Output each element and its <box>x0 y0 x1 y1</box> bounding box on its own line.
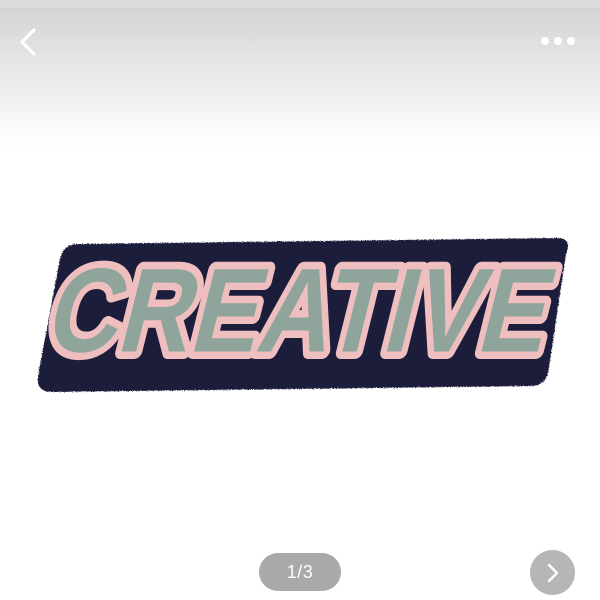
page-indicator: 1/3 <box>259 553 341 591</box>
next-image-button[interactable] <box>530 550 575 595</box>
header-gradient <box>0 8 600 148</box>
chevron-right-icon <box>547 563 558 582</box>
more-horizontal-icon <box>541 37 575 45</box>
rug-letters: CREATIVE CREATIVE <box>29 237 576 386</box>
chevron-left-icon <box>20 28 36 56</box>
product-photo[interactable]: CREATIVE CREATIVE <box>0 148 600 600</box>
creative-rug-image: CREATIVE CREATIVE <box>29 237 576 392</box>
back-button[interactable] <box>8 22 48 62</box>
rug-text-fill: CREATIVE <box>36 244 568 378</box>
more-options-button[interactable] <box>536 26 580 56</box>
status-strip <box>0 0 600 8</box>
